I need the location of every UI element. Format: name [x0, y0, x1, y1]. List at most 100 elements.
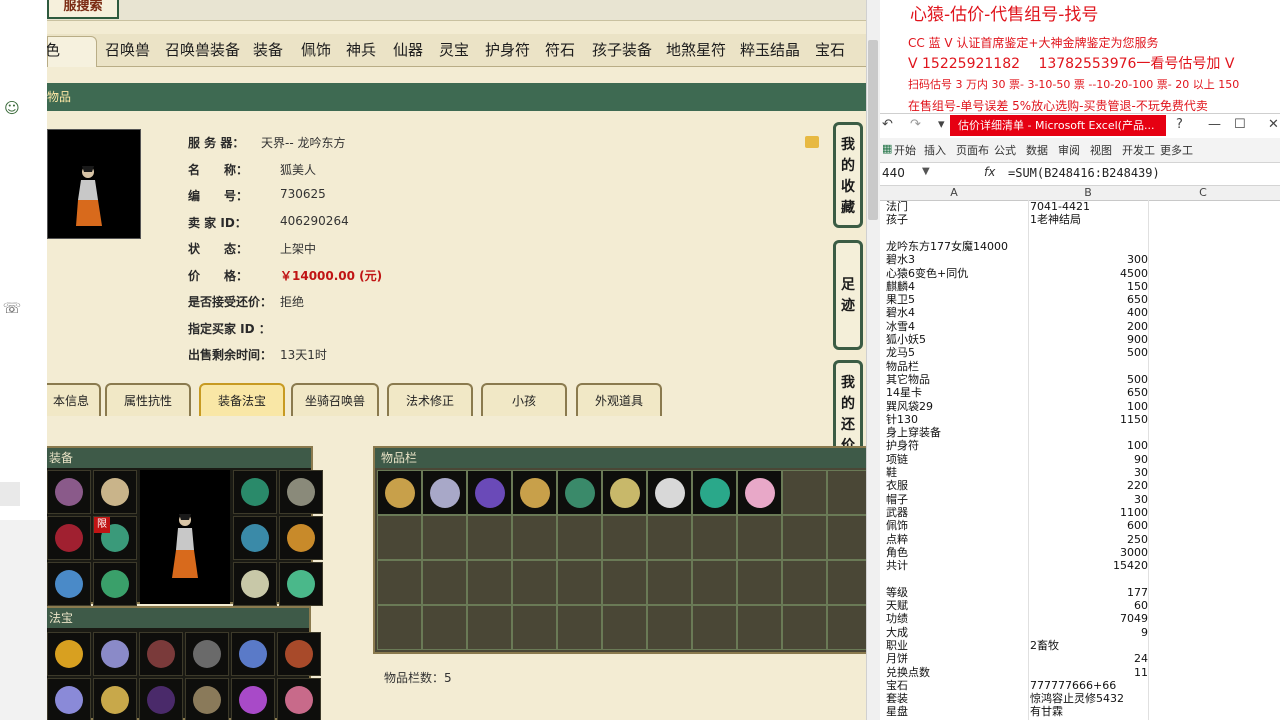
- inventory-slot-5[interactable]: [557, 470, 602, 515]
- cell-b[interactable]: 400: [1030, 306, 1148, 319]
- cell-a[interactable]: 点粹: [886, 533, 1026, 546]
- cell-b[interactable]: 900: [1030, 333, 1148, 346]
- search-logo[interactable]: 服搜索: [47, 0, 119, 19]
- equip-slot-earring[interactable]: [279, 516, 323, 560]
- inventory-slot-25[interactable]: [467, 560, 512, 605]
- cell-b[interactable]: 7041-4421: [1030, 200, 1148, 213]
- cell-a[interactable]: 麒麟4: [886, 280, 1026, 293]
- cell-a[interactable]: 天赋: [886, 599, 1026, 612]
- inventory-slot-35[interactable]: [422, 605, 467, 650]
- cell-b[interactable]: 1100: [1030, 506, 1148, 519]
- ribbon-tab-1[interactable]: 开始: [894, 142, 916, 158]
- nav-tab-6[interactable]: 神兵: [346, 34, 376, 66]
- ribbon-tab-7[interactable]: 视图: [1090, 142, 1112, 158]
- cell-b[interactable]: 24: [1030, 652, 1148, 665]
- cell-a[interactable]: 孩子: [886, 213, 1026, 226]
- nav-tab-9[interactable]: 护身符: [485, 34, 530, 66]
- inventory-slot-32[interactable]: [782, 560, 827, 605]
- cell-b[interactable]: 30: [1030, 493, 1148, 506]
- inventory-slot-40[interactable]: [647, 605, 692, 650]
- treasure-slot-6[interactable]: [277, 632, 321, 676]
- inventory-slot-7[interactable]: [647, 470, 692, 515]
- inventory-slot-36[interactable]: [467, 605, 512, 650]
- nav-tab-11[interactable]: 孩子装备: [592, 34, 652, 66]
- cell-b[interactable]: 150: [1030, 280, 1148, 293]
- cell-a[interactable]: 共计: [886, 559, 1026, 572]
- inventory-slot-4[interactable]: [512, 470, 557, 515]
- treasure-slot-11[interactable]: [231, 678, 275, 720]
- equip-slot-hat[interactable]: [47, 470, 91, 514]
- inventory-slot-37[interactable]: [512, 605, 557, 650]
- cell-a[interactable]: 角色: [886, 546, 1026, 559]
- treasure-slot-1[interactable]: [47, 632, 91, 676]
- cell-a[interactable]: 功绩: [886, 612, 1026, 625]
- inventory-slot-43[interactable]: [782, 605, 827, 650]
- cell-a[interactable]: 龙马5: [886, 346, 1026, 359]
- cell-a[interactable]: 兑换点数: [886, 666, 1026, 679]
- phone-icon[interactable]: ☏: [2, 298, 22, 318]
- equip-slot-belt[interactable]: [47, 562, 91, 606]
- inventory-slot-42[interactable]: [737, 605, 782, 650]
- cell-a[interactable]: 14星卡: [886, 386, 1026, 399]
- column-c-header[interactable]: C: [1148, 186, 1258, 199]
- frog-icon[interactable]: ☺: [2, 98, 22, 118]
- cell-b[interactable]: 200: [1030, 320, 1148, 333]
- cell-a[interactable]: 鞋: [886, 466, 1026, 479]
- game-scrollbar-thumb[interactable]: [868, 40, 878, 220]
- cell-b[interactable]: 2畜牧: [1030, 639, 1148, 652]
- nav-tab-7[interactable]: 仙器: [393, 34, 423, 66]
- equip-slot-boots[interactable]: [93, 562, 137, 606]
- nav-tab-13[interactable]: 粹玉结晶: [740, 34, 800, 66]
- cell-a[interactable]: 法门: [886, 200, 1026, 213]
- ribbon-tab-9[interactable]: 更多工: [1160, 142, 1193, 158]
- inventory-slot-12[interactable]: [377, 515, 422, 560]
- nav-tab-4[interactable]: 装备: [253, 34, 283, 66]
- name-box-dropdown-icon[interactable]: ▼: [922, 166, 930, 177]
- column-b-header[interactable]: B: [1028, 186, 1148, 199]
- tab-attributes[interactable]: 属性抗性: [105, 383, 191, 416]
- inventory-slot-3[interactable]: [467, 470, 512, 515]
- cell-a[interactable]: 其它物品: [886, 373, 1026, 386]
- redo-icon[interactable]: ↷: [910, 117, 921, 132]
- cell-b[interactable]: 1老神结局: [1030, 213, 1148, 226]
- cell-b[interactable]: 500: [1030, 346, 1148, 359]
- cell-b[interactable]: 1150: [1030, 413, 1148, 426]
- equip-slot-necklace[interactable]: [47, 516, 91, 560]
- cell-b[interactable]: 惊鸿容止灵修5432: [1030, 692, 1148, 705]
- inventory-slot-29[interactable]: [647, 560, 692, 605]
- cell-a[interactable]: 佩饰: [886, 519, 1026, 532]
- cell-b[interactable]: 有甘霖: [1030, 705, 1148, 718]
- inventory-slot-9[interactable]: [737, 470, 782, 515]
- my-favorites-button[interactable]: 我的收藏: [833, 122, 863, 228]
- equip-slot-orb[interactable]: [279, 562, 323, 606]
- cell-a[interactable]: 冰雪4: [886, 320, 1026, 333]
- nav-tab-12[interactable]: 地煞星符: [666, 34, 726, 66]
- inventory-slot-15[interactable]: [512, 515, 557, 560]
- equip-slot-armor[interactable]: 限: [93, 516, 137, 560]
- inventory-slot-34[interactable]: [377, 605, 422, 650]
- treasure-slot-4[interactable]: [185, 632, 229, 676]
- cell-b[interactable]: 100: [1030, 400, 1148, 413]
- ribbon-tab-5[interactable]: 数据: [1026, 142, 1048, 158]
- inventory-slot-23[interactable]: [377, 560, 422, 605]
- fx-label[interactable]: fx: [984, 165, 995, 179]
- cell-b[interactable]: 650: [1030, 386, 1148, 399]
- cell-a[interactable]: 帽子: [886, 493, 1026, 506]
- cell-a[interactable]: 龙吟东方177女魔14000: [886, 240, 1026, 253]
- cell-b[interactable]: 777777666+66: [1030, 679, 1148, 692]
- cell-a[interactable]: 衣服: [886, 479, 1026, 492]
- treasure-slot-2[interactable]: [93, 632, 137, 676]
- ribbon-tab-4[interactable]: 公式: [994, 142, 1016, 158]
- equip-slot-ring[interactable]: [233, 516, 277, 560]
- ribbon-tab-2[interactable]: 插入: [924, 142, 946, 158]
- inventory-slot-22[interactable]: [827, 515, 867, 560]
- cell-b[interactable]: 300: [1030, 253, 1148, 266]
- close-icon[interactable]: ✕: [1268, 117, 1279, 132]
- inventory-slot-26[interactable]: [512, 560, 557, 605]
- cell-a[interactable]: 碧水3: [886, 253, 1026, 266]
- cell-b[interactable]: 177: [1030, 586, 1148, 599]
- cell-a[interactable]: 项链: [886, 453, 1026, 466]
- ribbon-tab-6[interactable]: 审阅: [1058, 142, 1080, 158]
- inventory-slot-41[interactable]: [692, 605, 737, 650]
- inventory-slot-44[interactable]: [827, 605, 867, 650]
